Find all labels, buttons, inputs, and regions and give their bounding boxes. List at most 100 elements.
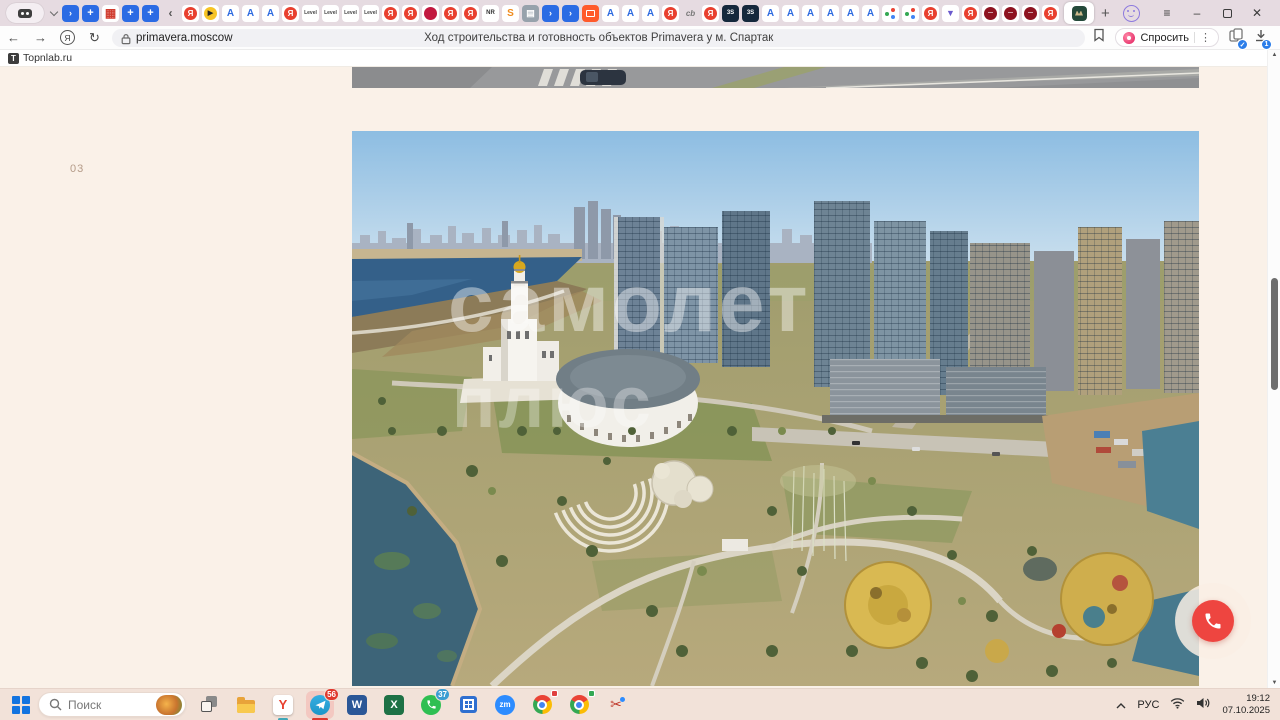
taskbar-app-snipping-tool[interactable]: ✂ <box>602 691 630 719</box>
minimize-button[interactable]: – <box>1182 0 1212 26</box>
tab-favicon-blue-a[interactable]: A <box>762 4 779 22</box>
section-number: 03 <box>70 163 85 175</box>
refresh-button[interactable]: ↻ <box>81 30 108 46</box>
tab-favicon-blue-a[interactable]: A <box>842 4 859 22</box>
tab-favicon-chevron-left[interactable]: ‹ <box>162 5 179 22</box>
tab-favicon-blue-a[interactable]: A <box>802 4 819 22</box>
scrollbar-thumb[interactable] <box>1271 278 1278 390</box>
tab-list-button[interactable] <box>6 3 44 23</box>
tab-favicon-blue-a[interactable]: A <box>622 4 639 22</box>
tab-favicon-ya[interactable]: Я <box>1042 4 1059 22</box>
tab-favicon-level[interactable]: Level <box>322 4 339 22</box>
tab-favicon-dots[interactable] <box>882 4 899 22</box>
taskbar-search[interactable]: Поиск <box>38 692 186 717</box>
tab-favicon-oval[interactable]: — <box>982 4 999 22</box>
tab-favicon-play[interactable]: ▶ <box>202 4 219 22</box>
tab-favicon-blue-a[interactable]: A <box>862 4 879 22</box>
tab-favicon-red-calc[interactable]: ▦ <box>102 4 119 22</box>
task-view-icon <box>200 696 218 713</box>
bookmark-icon[interactable] <box>1093 28 1105 47</box>
scroll-down-arrow[interactable]: ▼ <box>1268 680 1280 686</box>
language-indicator[interactable]: РУС <box>1137 699 1159 711</box>
close-button[interactable]: ✕ <box>1242 0 1272 26</box>
tab-favicon-tri[interactable]: ▼ <box>942 4 959 22</box>
start-button[interactable] <box>12 696 30 714</box>
tab-favicon-ya[interactable]: Я <box>402 4 419 22</box>
taskbar-app-zoom[interactable]: zm <box>491 691 519 719</box>
taskbar-app-chrome-2[interactable] <box>565 689 595 719</box>
address-bar[interactable]: primavera.moscow Ход строительства и гот… <box>112 28 1086 47</box>
tab-favicon-level[interactable]: Level <box>302 4 319 22</box>
taskbar-app-chrome-1[interactable] <box>528 689 558 719</box>
taskbar-clock[interactable]: 19:12 07.10.2025 <box>1222 693 1270 717</box>
restore-button[interactable] <box>1212 0 1242 26</box>
more-options-icon[interactable]: ⋮ <box>1200 31 1211 44</box>
back-button[interactable]: ← <box>0 30 27 45</box>
tab-favicon-ya[interactable]: Я <box>282 4 299 22</box>
chevron-down-icon[interactable] <box>49 7 59 16</box>
tab-favicon-dots[interactable] <box>902 4 919 22</box>
tab-favicon-level[interactable]: Level <box>362 4 379 22</box>
tab-favicon-orange-s[interactable]: S <box>502 4 519 22</box>
tab-favicon-blue-a[interactable]: A <box>222 4 239 22</box>
tab-favicon-red-blob[interactable] <box>422 4 439 22</box>
tab-favicon-ya[interactable]: Я <box>962 4 979 22</box>
taskbar-app-word[interactable]: W <box>343 691 371 719</box>
tab-favicon-ya[interactable]: Я <box>382 4 399 22</box>
tab-favicon-s3[interactable]: 3S <box>722 4 739 22</box>
taskbar-app-file-explorer[interactable] <box>232 691 260 719</box>
tab-favicon-blue-arrow[interactable]: › <box>562 4 579 22</box>
yandex-home-button[interactable]: Я <box>54 30 81 45</box>
tab-favicon-ya[interactable]: Я <box>182 4 199 22</box>
tray-chevron-icon[interactable] <box>1116 696 1126 714</box>
wifi-icon[interactable] <box>1170 696 1185 714</box>
tab-favicon-blue-a[interactable]: A <box>642 4 659 22</box>
chrome-icon <box>569 695 589 714</box>
tab-favicon-blue-a[interactable]: A <box>822 4 839 22</box>
callback-phone-button[interactable] <box>1192 600 1234 642</box>
tab-list-icon <box>18 8 32 18</box>
tab-favicon-ya[interactable]: Я <box>662 4 679 22</box>
menu-icon[interactable]: ≡ <box>1152 0 1182 26</box>
scrollbar-track[interactable]: ▲ ▼ <box>1267 50 1280 688</box>
tab-favicon-blue-plus[interactable]: + <box>82 4 99 22</box>
tab-favicon-ya[interactable]: Я <box>442 4 459 22</box>
tab-favicon-blue-plus[interactable]: + <box>122 4 139 22</box>
search-highlight-image[interactable] <box>156 694 182 715</box>
tab-favicon-blue-a[interactable]: A <box>782 4 799 22</box>
scroll-up-arrow[interactable]: ▲ <box>1268 52 1280 58</box>
downloads-button[interactable]: 1 <box>1254 29 1272 50</box>
tab-favicon-cb[interactable]: cb <box>682 5 699 22</box>
tab-favicon-blue-arrow[interactable]: › <box>542 4 559 22</box>
forward-button[interactable]: → <box>27 30 54 45</box>
profile-icon[interactable] <box>1123 4 1140 22</box>
tab-favicon-oval[interactable]: — <box>1002 4 1019 22</box>
ask-alice-button[interactable]: Спросить ⋮ <box>1115 28 1219 47</box>
taskbar-app-grid-app[interactable] <box>454 691 482 719</box>
tab-favicon-blue-a[interactable]: A <box>262 4 279 22</box>
taskbar-app-yandex-browser[interactable]: Y <box>269 691 297 720</box>
taskbar-app-telegram[interactable]: 56 <box>306 687 339 720</box>
tab-favicon-blue-plus[interactable]: + <box>142 4 159 22</box>
tab-favicon-orange-box[interactable] <box>582 4 599 22</box>
tab-favicon-level[interactable]: Level <box>342 4 359 22</box>
extension-pages-icon[interactable]: ✓ <box>1229 28 1248 50</box>
tab-favicon-blue-arrow[interactable]: › <box>62 4 79 22</box>
tab-favicon-ya[interactable]: Я <box>922 4 939 22</box>
volume-icon[interactable] <box>1196 696 1211 714</box>
active-tab[interactable] <box>1064 2 1094 24</box>
taskbar-app-excel[interactable]: X <box>380 691 408 719</box>
tab-favicon-nr[interactable]: NR <box>482 4 499 22</box>
tab-favicon-s3[interactable]: 3S <box>742 4 759 22</box>
tab-favicon-blue-a[interactable]: A <box>242 4 259 22</box>
tab-favicon-oval[interactable]: — <box>1022 4 1039 22</box>
tab-favicon-blue-a[interactable]: A <box>602 4 619 22</box>
bookmark-item-topnlab[interactable]: T Topnlab.ru <box>8 52 72 64</box>
tab-favicon-ya[interactable]: Я <box>702 4 719 22</box>
tab-favicon-gray-box[interactable]: ▤ <box>522 4 539 22</box>
tab-favicon-ya[interactable]: Я <box>462 4 479 22</box>
new-tab-button[interactable]: + <box>1101 5 1110 22</box>
taskbar-app-task-view[interactable] <box>195 691 223 719</box>
excel-icon: X <box>384 694 404 715</box>
taskbar-app-whatsapp[interactable]: 37 <box>417 687 450 719</box>
